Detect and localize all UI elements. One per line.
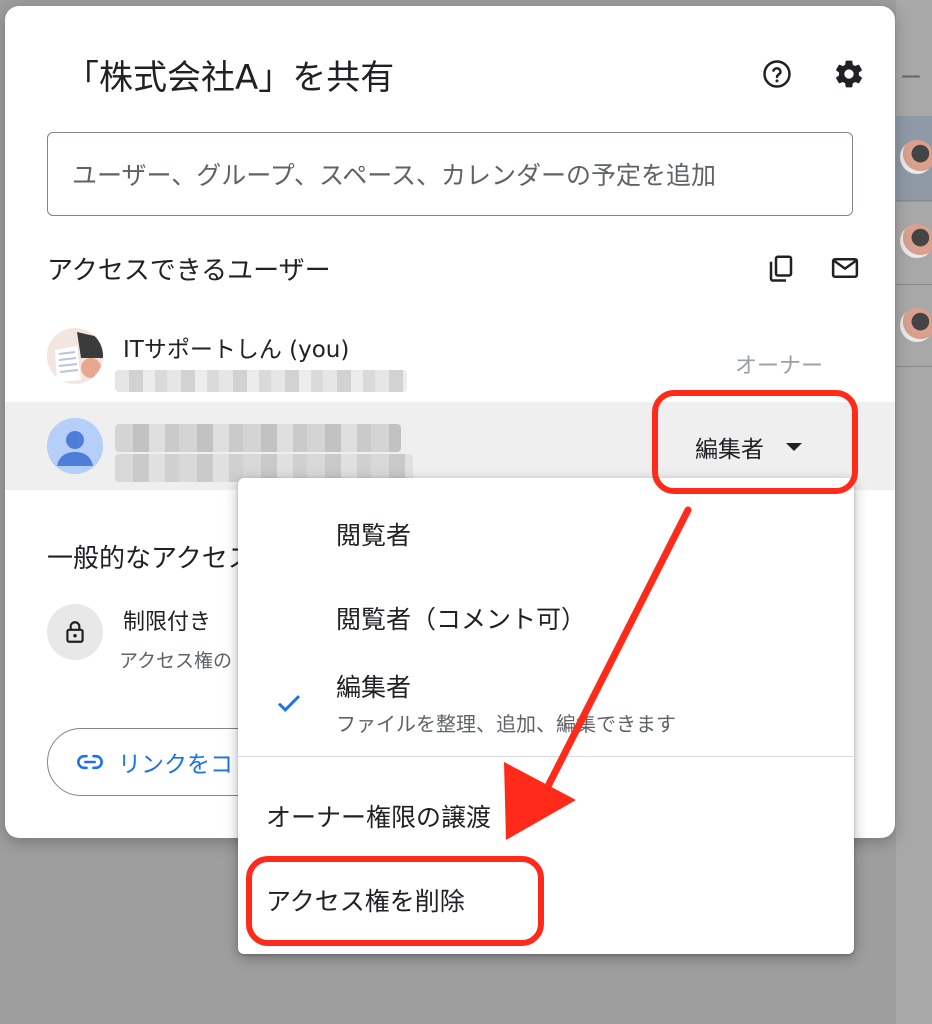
annotation-arrow xyxy=(504,506,692,840)
